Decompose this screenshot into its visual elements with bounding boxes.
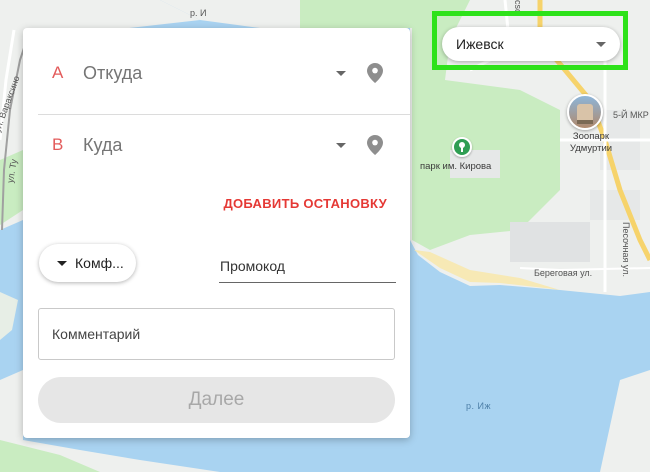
map-label-street-pesochnaya: Песочная ул. — [621, 222, 631, 277]
next-button[interactable]: Далее — [38, 377, 395, 423]
location-pin-icon[interactable] — [367, 63, 383, 83]
route-divider — [38, 114, 410, 115]
map-label-river-top: р. И — [190, 8, 207, 18]
chevron-down-icon — [596, 41, 606, 47]
route-to-row[interactable]: B — [23, 116, 410, 174]
route-from-row[interactable]: A — [23, 44, 410, 102]
city-select-value: Ижевск — [456, 36, 504, 52]
add-stop-button[interactable]: ДОБАВИТЬ ОСТАНОВКУ — [223, 196, 387, 211]
map-label-zoo[interactable]: Зоопарк Удмуртии — [563, 131, 619, 155]
route-to-input[interactable] — [81, 133, 325, 157]
comment-input[interactable] — [39, 309, 394, 359]
map-label-district: 5-Й МКР — [613, 110, 649, 120]
order-panel: A B ДОБАВИТЬ ОСТАНОВКУ Комф... Далее — [23, 28, 410, 438]
comment-field[interactable] — [38, 308, 395, 360]
map-label-park[interactable]: парк им. Кирова — [420, 161, 491, 172]
promo-field[interactable] — [219, 252, 396, 283]
zoo-photo-icon[interactable] — [567, 94, 603, 130]
map-label-street-beregovaya: Береговая ул. — [534, 268, 593, 278]
tariff-select-button[interactable]: Комф... — [39, 244, 136, 282]
route-from-input[interactable] — [81, 61, 325, 85]
chevron-down-icon — [57, 260, 67, 266]
tree-icon[interactable] — [452, 137, 472, 157]
promo-input[interactable] — [219, 252, 396, 280]
route-from-letter: A — [52, 63, 64, 82]
tariff-label: Комф... — [75, 255, 124, 271]
chevron-down-icon[interactable] — [336, 70, 346, 76]
city-select[interactable]: Ижевск — [442, 27, 620, 61]
location-pin-icon[interactable] — [367, 135, 383, 155]
chevron-down-icon[interactable] — [336, 142, 346, 148]
route-to-letter: B — [52, 135, 64, 154]
map-label-river-bottom: р. Иж — [466, 401, 491, 411]
